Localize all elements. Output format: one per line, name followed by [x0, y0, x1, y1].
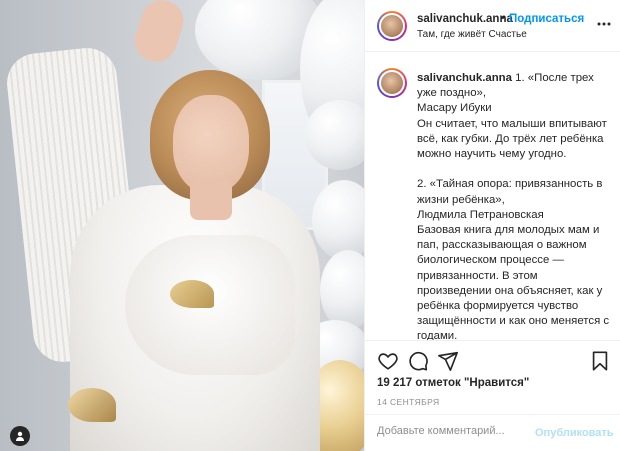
post-header: salivanchuk.anna • Подписаться Там, где …	[365, 0, 620, 52]
caption-text-block: salivanchuk.anna 1. «После трех уже позд…	[417, 71, 615, 340]
comment-input[interactable]	[377, 425, 527, 437]
author-username[interactable]: salivanchuk.anna	[417, 13, 513, 25]
author-avatar[interactable]	[377, 11, 407, 41]
heart-icon[interactable]	[377, 350, 399, 372]
share-icon[interactable]	[437, 350, 459, 372]
user-tag-icon[interactable]	[10, 426, 30, 446]
caption-avatar[interactable]	[377, 68, 407, 98]
photo-angel-wing	[68, 388, 116, 422]
photo-face	[173, 95, 249, 193]
post-actions	[365, 340, 620, 376]
post-photo[interactable]	[0, 0, 364, 451]
follow-button[interactable]: Подписаться	[509, 13, 584, 25]
publish-button[interactable]: Опубликовать	[535, 427, 614, 439]
bookmark-icon[interactable]	[589, 350, 611, 372]
likes-count[interactable]: 19 217 отметок "Нравится"	[377, 377, 529, 389]
comment-bar: Опубликовать	[365, 414, 620, 451]
post-date[interactable]: 14 сентября	[377, 397, 440, 407]
post-side-panel: salivanchuk.anna • Подписаться Там, где …	[364, 0, 620, 451]
post-caption: salivanchuk.anna 1. «После трех уже позд…	[365, 53, 620, 340]
header-separator: •	[501, 12, 505, 24]
photo-angel-wing	[170, 280, 214, 308]
photo-neck	[190, 180, 232, 220]
comment-icon[interactable]	[407, 350, 429, 372]
caption-text: 1. «После трех уже поздно», Масару Ибуки…	[417, 72, 610, 340]
more-horizontal-icon[interactable]	[595, 15, 613, 33]
caption-username[interactable]: salivanchuk.anna	[417, 72, 512, 84]
post-location[interactable]: Там, где живёт Счастье	[417, 29, 527, 40]
